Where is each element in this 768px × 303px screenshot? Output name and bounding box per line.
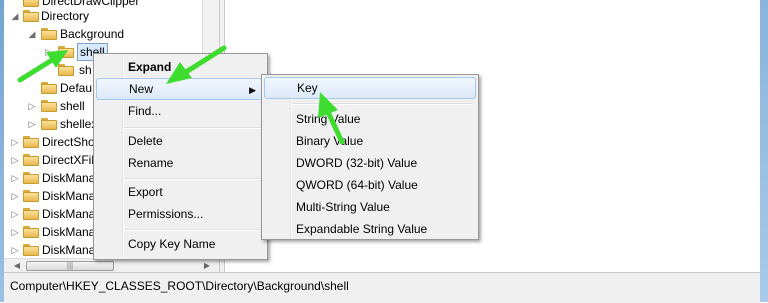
annotation-arrows xyxy=(17,45,345,145)
arrow-to-new-icon xyxy=(166,45,227,84)
arrow-to-shell-icon xyxy=(17,50,68,83)
arrow-to-key-icon xyxy=(318,92,345,145)
